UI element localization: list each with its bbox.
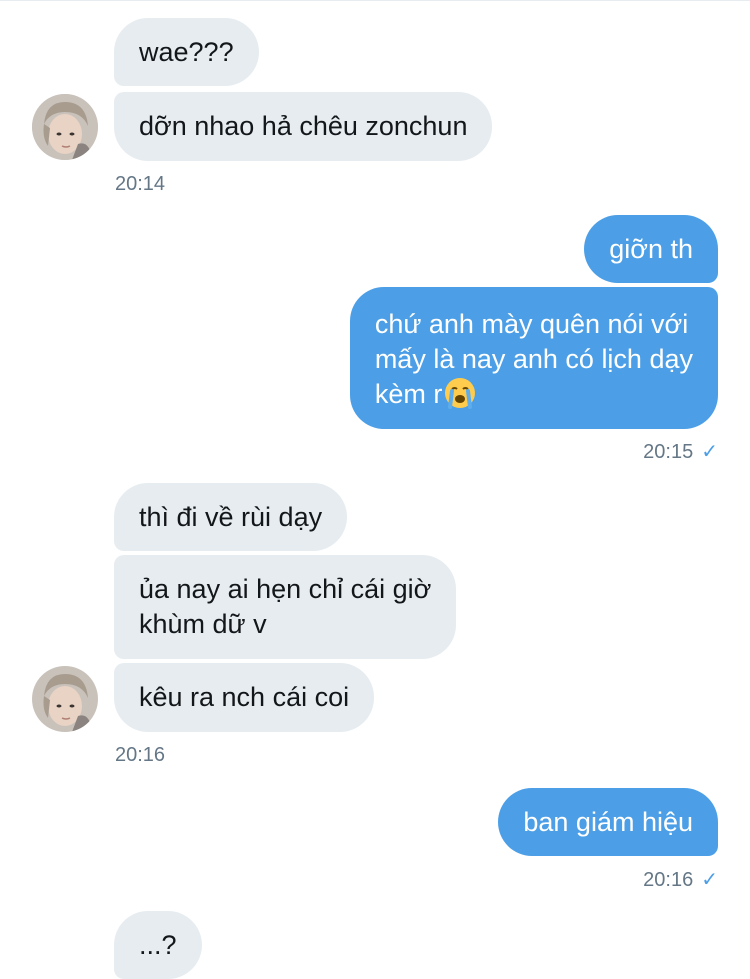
message-line: chứ anh mày quên nói với <box>374 309 689 339</box>
contact-avatar[interactable] <box>32 94 98 160</box>
message-text: ban giám hiệu <box>523 807 693 837</box>
avatar-image <box>32 666 98 732</box>
checkmark-icon: ✓ <box>701 869 718 891</box>
message-timestamp-row: 20:15 ✓ <box>643 440 718 464</box>
message-text: wae??? <box>139 37 234 67</box>
incoming-message[interactable]: dỡn nhao hả chêu zonchun <box>114 92 493 161</box>
message-timestamp-row: 20:16 ✓ <box>643 868 718 892</box>
outgoing-message[interactable]: chứ anh mày quên nói với mấy là nay anh … <box>349 287 718 429</box>
top-divider <box>0 0 750 1</box>
incoming-message[interactable]: ...? <box>114 911 202 979</box>
incoming-message[interactable]: ủa nay ai hẹn chỉ cái giờ khùm dữ v <box>114 555 457 659</box>
outgoing-message[interactable]: giỡn th <box>584 215 718 283</box>
outgoing-message[interactable]: ban giám hiệu <box>498 788 718 856</box>
message-timestamp: 20:16 <box>115 744 166 766</box>
message-timestamp: 20:14 <box>115 173 166 195</box>
incoming-message[interactable]: wae??? <box>114 18 259 86</box>
message-text: thì đi về rùi dạy <box>139 502 323 532</box>
message-timestamp: 20:16 <box>643 869 694 891</box>
message-text: dỡn nhao hả chêu zonchun <box>139 111 468 141</box>
incoming-message[interactable]: thì đi về rùi dạy <box>114 483 348 551</box>
message-line: khùm dữ v <box>139 609 267 639</box>
message-timestamp: 20:15 <box>643 441 694 463</box>
incoming-message[interactable]: kêu ra nch cái coi <box>114 663 375 732</box>
message-text: giỡn th <box>609 234 693 264</box>
avatar-image <box>32 94 98 160</box>
contact-avatar[interactable] <box>32 666 98 732</box>
message-line: mấy là nay anh có lịch dạy <box>374 344 693 374</box>
message-line: kèm r <box>374 379 443 409</box>
message-line: ủa nay ai hẹn chỉ cái giờ <box>139 574 432 604</box>
message-text: ...? <box>139 930 177 960</box>
loudly-crying-face-icon <box>444 377 476 418</box>
message-text: kêu ra nch cái coi <box>139 682 350 712</box>
checkmark-icon: ✓ <box>701 441 718 463</box>
